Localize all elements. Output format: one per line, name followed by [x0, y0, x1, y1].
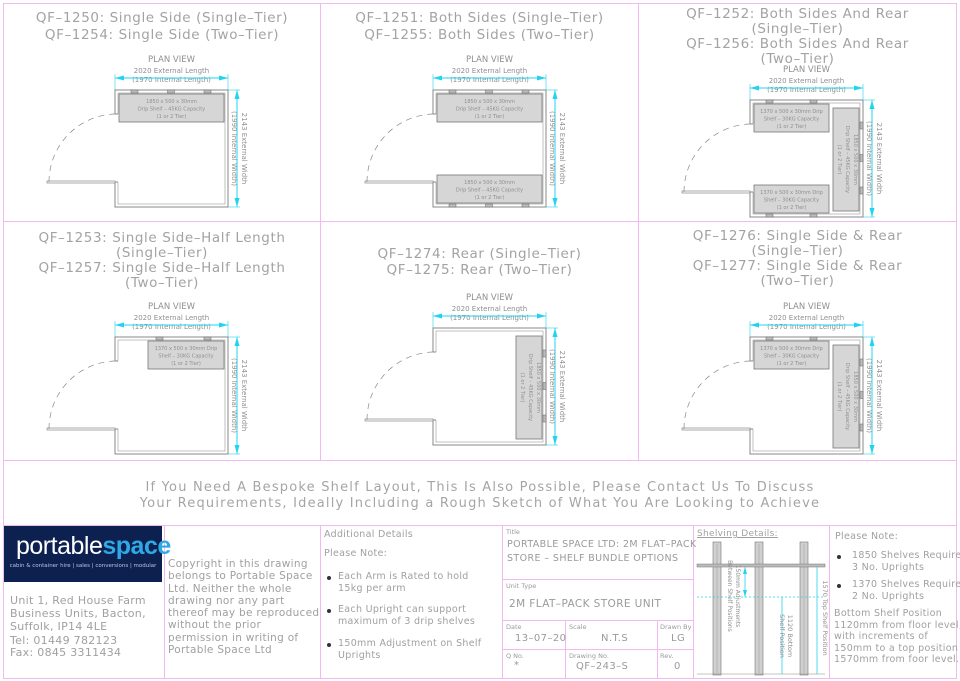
- detail-bullet-3: 150mm Adjustment on Shelf Uprights: [338, 638, 481, 661]
- title-line: QF–1254: Single Side (Two–Tier): [44, 27, 280, 43]
- paragraph-line: with increments of: [834, 631, 928, 642]
- note-bullet-2: 1370 Shelves Require 2 No. Uprights: [852, 579, 960, 602]
- shelving-details-heading: Shelving Details:: [697, 529, 778, 539]
- title-line: (Two–Tier): [124, 275, 200, 291]
- notes-paragraph: Bottom Shelf Position 1120mm from floor …: [834, 608, 960, 666]
- paragraph-line: 150mm to a top position: [834, 642, 959, 654]
- address-line: Suffolk, IP14 4LE: [10, 620, 108, 633]
- detail-bullet-1: Each Arm is Rated to hold 15kg per arm: [338, 571, 469, 594]
- rev-label: Rev.: [660, 652, 674, 660]
- drawn-by-value: LG: [671, 633, 686, 644]
- bespoke-note-line-1: If You Need A Bespoke Shelf Layout, This…: [145, 480, 815, 495]
- title-label: Title: [506, 528, 520, 536]
- additional-details-heading: Additional Details: [324, 529, 414, 540]
- unit-type-label: Unit Type: [506, 582, 537, 590]
- title-line: QF–1252: Both Sides And Rear: [686, 6, 909, 22]
- unit-type-value: 2M FLAT–PACK STORE UNIT: [509, 598, 662, 610]
- layout-4-title: QF–1253: Single Side–Half Length (Single…: [3, 230, 321, 294]
- registered-icon: ®: [170, 532, 176, 539]
- bullet-line: 1370 Shelves Require: [852, 579, 960, 590]
- drawing-no-value: QF–243–S: [576, 661, 629, 672]
- drawing-title-line-2: STORE – SHELF BUNDLE OPTIONS: [507, 553, 679, 564]
- title-line: QF–1274: Rear (Single–Tier): [377, 246, 582, 262]
- logo-tagline: cabin & container hire | sales | convers…: [9, 563, 157, 569]
- date-label: Date: [506, 623, 522, 631]
- bullet-line: Uprights: [338, 649, 381, 661]
- title-line: QF–1257: Single Side–Half Length: [38, 260, 286, 276]
- company-logo: portablespace® cabin & container hire | …: [4, 526, 176, 582]
- copyright-text: Copyright in this drawing belongs to Por…: [168, 558, 320, 657]
- q-no-label: Q No.: [506, 652, 524, 660]
- q-no-value: *: [514, 660, 520, 671]
- bullet-line: 2 No. Uprights: [852, 590, 925, 602]
- title-line: (Two–Tier): [760, 51, 835, 67]
- layout-3-title: QF–1252: Both Sides And Rear (Single–Tie…: [638, 6, 957, 70]
- bullet-line: 1850 Shelves Require: [852, 550, 960, 561]
- layout-1-title: QF–1250: Single Side (Single–Tier) QF–12…: [3, 10, 321, 50]
- address-line: Business Units, Bacton,: [10, 607, 146, 620]
- title-line: QF–1255: Both Sides (Two–Tier): [364, 27, 595, 43]
- scale-value: N.T.S: [601, 633, 629, 644]
- note-bullet-1: 1850 Shelves Require 3 No. Uprights: [852, 550, 960, 573]
- logo-word-light: portable: [16, 532, 103, 560]
- detail-bullet-2: Each Upright can support maximum of 3 dri…: [338, 604, 475, 627]
- drawing-no-label: Drawing No.: [569, 652, 609, 660]
- layout-2-title: QF–1251: Both Sides (Single–Tier) QF–125…: [320, 10, 639, 50]
- bullet-line: 3 No. Uprights: [852, 561, 925, 573]
- additional-details-please-note: Please Note:: [324, 548, 388, 559]
- rev-value: 0: [674, 661, 681, 672]
- title-line: QF–1275: Rear (Two–Tier): [386, 262, 573, 278]
- bullet-line: 15kg per arm: [338, 582, 406, 594]
- bullet-icon: [327, 643, 331, 647]
- layout-5-title: QF–1274: Rear (Single–Tier) QF–1275: Rea…: [320, 246, 639, 286]
- shelving-details-cell: [693, 525, 830, 679]
- bullet-icon: [327, 609, 331, 613]
- title-line: (Single–Tier): [115, 245, 209, 261]
- title-line: (Two–Tier): [760, 273, 835, 289]
- layout-6-title: QF–1276: Single Side & Rear (Single–Tier…: [638, 228, 957, 292]
- bullet-line: maximum of 3 drip shelves: [338, 615, 476, 627]
- title-line: QF–1277: Single Side & Rear: [692, 258, 903, 274]
- title-line: QF–1276: Single Side & Rear: [692, 228, 903, 244]
- bullet-line: Each Arm is Rated to hold: [338, 571, 469, 582]
- title-line: QF–1256: Both Sides And Rear: [686, 36, 909, 52]
- paragraph-line: Bottom Shelf Position: [834, 608, 943, 619]
- bespoke-note-line-2: Your Requirements, Ideally Including a R…: [139, 496, 821, 511]
- bullet-icon: [837, 555, 841, 559]
- drawing-title-line-1: PORTABLE SPACE LTD: 2M FLAT–PACK: [507, 539, 697, 550]
- bullet-icon: [327, 576, 331, 580]
- paragraph-line: 1120mm from floor level,: [834, 619, 960, 631]
- logo-word-bold: space: [102, 532, 171, 560]
- date-value: 13–07–20: [515, 633, 567, 644]
- fax: Fax: 0845 3311434: [10, 646, 122, 659]
- drawn-by-label: Drawn By: [660, 623, 692, 631]
- bullet-line: 150mm Adjustment on Shelf: [338, 638, 482, 649]
- title-line: QF–1253: Single Side–Half Length: [38, 230, 286, 246]
- title-line: (Single–Tier): [751, 243, 844, 259]
- notes-heading: Please Note:: [835, 531, 899, 542]
- bullet-line: Each Upright can support: [338, 604, 467, 615]
- title-line: QF–1251: Both Sides (Single–Tier): [355, 10, 604, 26]
- address-line: Unit 1, Red House Farm: [10, 594, 146, 607]
- bullet-icon: [837, 584, 841, 588]
- title-line: QF–1250: Single Side (Single–Tier): [35, 10, 289, 26]
- logo-wordmark: portablespace®: [16, 532, 176, 561]
- title-line: (Single–Tier): [751, 21, 844, 37]
- paragraph-line: 1570mm from foor level.: [834, 654, 960, 665]
- scale-label: Scale: [569, 623, 587, 631]
